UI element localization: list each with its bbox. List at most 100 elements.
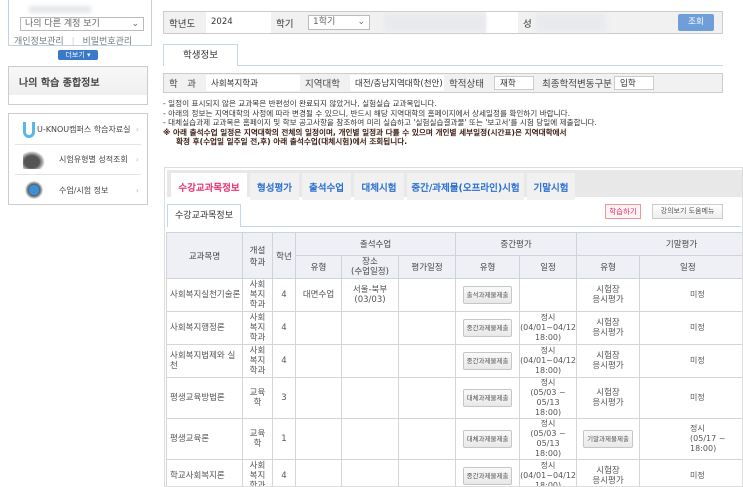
tab-formative[interactable]: 형성평가 — [250, 173, 299, 200]
menu-label: 수업/시험 정보 — [59, 185, 108, 196]
table-row: 사회복지행정론사회복지학과4중간과제물제출정시 (04/01~04/12 18:… — [167, 312, 743, 345]
eval-date — [399, 312, 456, 345]
final-type: 시험장 응시평가 — [577, 279, 640, 312]
change-label: 최종학적변동구분 — [534, 74, 614, 92]
password-link[interactable]: 비밀번호관리 — [82, 37, 132, 47]
midterm-submit-button[interactable]: 대체과제물제출 — [463, 430, 513, 448]
attendance-type — [296, 378, 342, 419]
dept-name: 교육학 — [243, 378, 273, 419]
midterm-submit-button[interactable]: 중간과제물제출 — [463, 319, 513, 337]
warning-line: 확정 후(수업일 일주일 전,후) 아래 출석수업(대체시험)에서 조회됩니다. — [163, 137, 743, 147]
account-select[interactable]: 나의 다른 계정 보기⌄ — [20, 17, 144, 31]
midterm-submit-button-cell: 출석과제물제출 — [456, 279, 520, 312]
table-row: 사회복지실천기술론사회복지학과4대면수업서울-북부 (03/03)출석과제물제출… — [167, 279, 743, 312]
midterm-schedule: 정시 (04/01~04/12 18:00) — [520, 345, 577, 378]
tab-final[interactable]: 기말시험 — [527, 173, 575, 200]
search-button[interactable]: 조회 — [678, 14, 714, 31]
student-id-blurred — [384, 14, 486, 32]
table-row: 평생교육론교육학1대체과제물제출정시 (05/03 ~ 05/13 18:00)… — [167, 419, 743, 460]
term-select[interactable]: 1학기⌄ — [308, 15, 370, 30]
status-label: 학적상태 — [444, 74, 494, 92]
midterm-submit-button-cell: 중간과제물제출 — [456, 312, 520, 345]
header-eval-date: 평가일정 — [399, 256, 456, 279]
menu-item-u-knou[interactable]: U-KNOU캠퍼스 학습자료실› — [15, 115, 141, 145]
grade: 4 — [273, 345, 296, 378]
year-input[interactable]: 2024 — [206, 12, 271, 33]
term-value: 1학기 — [313, 16, 335, 29]
final-type: 시험장 응시평가 — [577, 312, 640, 345]
place — [342, 312, 399, 345]
final-submit-button[interactable]: 기말과제물제출 — [583, 430, 633, 448]
final-schedule: 미정 — [640, 312, 743, 345]
grade: 3 — [273, 378, 296, 419]
course-table: 교과목명 개설 학과 학년 출석수업 중간평가 기말평가 유형 장소 (수업일정… — [166, 232, 743, 487]
midterm-submit-button[interactable]: 중간과제물제출 — [463, 352, 513, 370]
final-schedule: 미정 — [640, 460, 743, 487]
more-button[interactable]: 더보기 ▾ — [58, 50, 98, 60]
place — [342, 345, 399, 378]
eval-date — [399, 460, 456, 487]
menu-item-class-info[interactable]: 수업/시험 정보› — [15, 175, 141, 205]
subtab-courses[interactable]: 수강교과목정보 — [167, 204, 241, 227]
grade: 4 — [273, 460, 296, 487]
attendance-type — [296, 460, 342, 487]
dept-name: 사회복지학과 — [243, 312, 273, 345]
tab-substitute-exam[interactable]: 대체시험 — [354, 173, 404, 200]
midterm-submit-button[interactable]: 출석과제물제출 — [463, 286, 513, 304]
attendance-type — [296, 419, 342, 460]
tab-midterm[interactable]: 중간/과제물(오프라인)시험 — [407, 173, 524, 200]
grade: 1 — [273, 419, 296, 460]
eval-date — [399, 279, 456, 312]
region-label: 지역대학 — [300, 74, 350, 92]
more-label: 더보기 — [65, 51, 84, 59]
final-schedule: 정시 (05/17 ~ 18:00) — [640, 419, 743, 460]
midterm-schedule: 정시 (05/03 ~ 05/13 18:00) — [520, 378, 577, 419]
study-button[interactable]: 학습하기 — [605, 204, 641, 219]
region-value: 대전/충남지역대학(천안) — [350, 75, 444, 91]
final-type: 시험장 응시평가 — [577, 378, 640, 419]
midterm-submit-button-cell: 중간과제물제출 — [456, 460, 520, 487]
midterm-submit-button[interactable]: 대체과제물제출 — [463, 389, 513, 407]
change-value: 입학 — [614, 76, 654, 90]
name-label: 성 — [518, 16, 536, 30]
warning-line: ※ 아래 출석수업 일정은 지역대학의 전체의 일정이며, 개인별 일정과 다를… — [163, 128, 743, 138]
midterm-submit-button-cell: 대체과제물제출 — [456, 419, 520, 460]
grade: 4 — [273, 279, 296, 312]
lecture-help-button[interactable]: 강의보기 도움메뉴 — [652, 204, 723, 219]
mouse-icon — [23, 151, 45, 169]
header-attendance: 출석수업 — [296, 233, 456, 256]
user-info-box: 나의 다른 계정 보기⌄ 개인정보관리 | 비밀번호관리 — [8, 0, 152, 46]
header-grade: 학년 — [273, 233, 296, 279]
menu-label: U-KNOU캠퍼스 학습자료실 — [37, 124, 131, 135]
personal-info-link[interactable]: 개인정보관리 — [14, 37, 64, 47]
notice-list: - 일정이 표시되지 않은 교과목은 반편성이 완료되지 않았거나, 실험실습 … — [163, 99, 743, 147]
course-name: 평생교육방법론 — [167, 378, 243, 419]
tab-student-info[interactable]: 학생정보 — [163, 44, 238, 66]
tab-courses[interactable]: 수강교과목정보 — [171, 173, 247, 200]
header-fin-schedule: 일정 — [640, 256, 743, 279]
course-name: 학교사회복지론 — [167, 460, 243, 487]
tab-attendance[interactable]: 출석수업 — [302, 173, 351, 200]
search-bar: 학년도 2024 학기 1학기⌄ 성 조회 — [163, 11, 723, 34]
final-submit-button-cell: 기말과제물제출 — [577, 419, 640, 460]
student-info-row: 학 과 사회복지학과 지역대학 대전/충남지역대학(천안) 학적상태 재학 최종… — [163, 73, 723, 93]
account-select-value: 나의 다른 계정 보기 — [25, 18, 100, 30]
table-row: 사회복지법제와 실천사회복지학과4중간과제물제출정시 (04/01~04/12 … — [167, 345, 743, 378]
header-mid-schedule: 일정 — [520, 256, 577, 279]
notice-item: - 아래의 정보는 지역대학의 사정에 따라 변경될 수 있으니, 반드시 해당… — [163, 109, 743, 119]
grade: 4 — [273, 312, 296, 345]
course-name: 사회복지실천기술론 — [167, 279, 243, 312]
dept-name: 사회복지학과 — [243, 460, 273, 487]
eval-date — [399, 378, 456, 419]
dept-name: 교육학 — [243, 419, 273, 460]
midterm-schedule — [520, 279, 577, 312]
header-midterm: 중간평가 — [456, 233, 577, 256]
final-type: 시험장 응시평가 — [577, 345, 640, 378]
attendance-type — [296, 345, 342, 378]
dept-name: 사회복지학과 — [243, 345, 273, 378]
midterm-submit-button[interactable]: 중간과제물제출 — [463, 467, 513, 485]
header-fin-type: 유형 — [577, 256, 640, 279]
header-final: 기말평가 — [577, 233, 743, 256]
header-mid-type: 유형 — [456, 256, 520, 279]
menu-item-grades[interactable]: 시험유형별 성적조회› — [15, 145, 141, 175]
